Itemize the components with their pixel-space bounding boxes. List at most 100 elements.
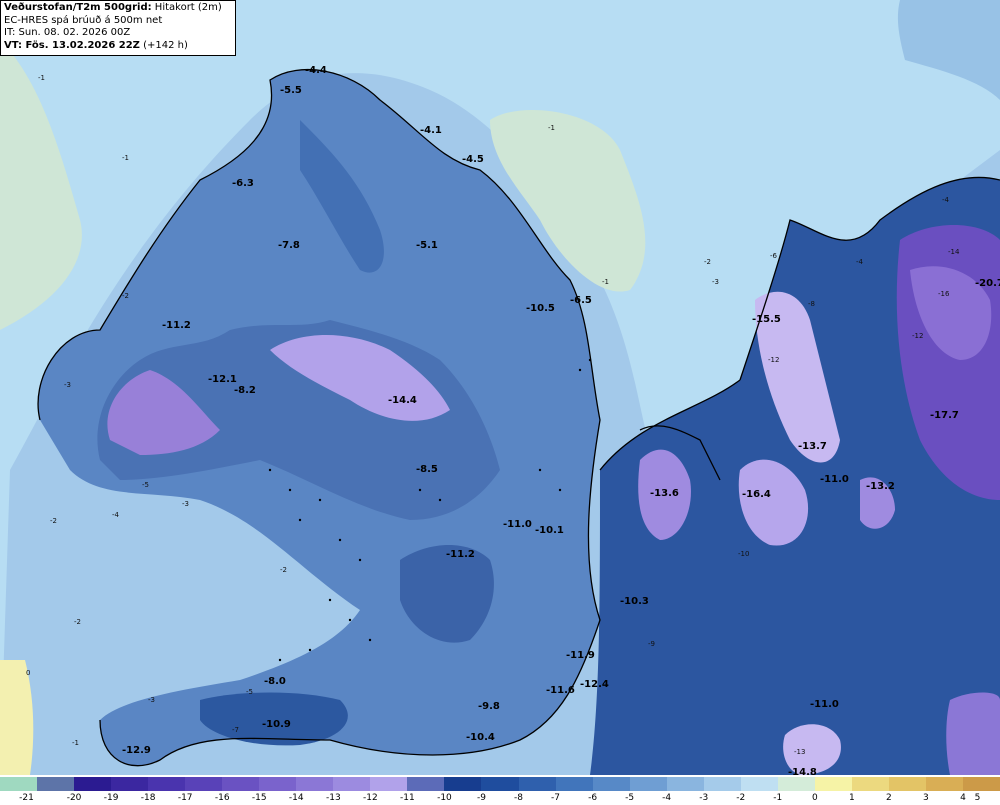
legend-swatch [777,777,816,791]
temp-label: -11.2 [446,549,475,560]
legend-swatch [148,777,186,791]
legend-swatch [111,777,149,791]
legend-tick: -3 [699,793,709,803]
temp-label: -13.2 [866,481,895,492]
temp-label: -4.4 [305,65,327,76]
legend-swatch [629,777,668,791]
temp-label: -17.7 [930,410,959,421]
legend-swatch [592,777,631,791]
contour-label: -2 [50,517,57,525]
legend-swatch [0,777,38,791]
contour-label: -2 [122,292,129,300]
temp-label: -11.0 [503,519,532,530]
temp-label: -11.0 [820,474,849,485]
contour-label: -13 [794,748,805,756]
map-info-box: Veðurstofan/T2m 500grid: Hitakort (2m) E… [0,0,236,56]
legend-tick: -17 [177,793,193,803]
legend-tick: -1 [773,793,783,803]
temp-label: -12.4 [580,679,609,690]
land-west-bottom [0,660,34,775]
legend-swatch [259,777,297,791]
contour-label: -3 [712,278,719,286]
contour-label: -1 [72,739,79,747]
legend-tick: 0 [811,793,818,803]
legend-swatch [962,777,1000,791]
legend-tick: 3 [923,793,929,803]
temp-label: -12.1 [208,374,237,385]
legend-swatch [740,777,779,791]
contour-label: -1 [122,154,129,162]
legend-tick: -14 [288,793,304,803]
legend-swatch [333,777,371,791]
legend-tick: -4 [662,793,672,803]
temp-label: -10.5 [526,303,555,314]
map-subtitle: Hitakort (2m) [154,2,222,13]
temp-label: -16.4 [742,489,771,500]
map-canvas: -6.3 -7.8 -11.2 -12.1 -8.2 -14.4 -5.1 -1… [0,0,1000,778]
temp-label: -11.9 [566,650,595,661]
temp-label: -10.9 [262,719,291,730]
temp-label: -11.6 [546,685,575,696]
temp-label: -10.4 [466,732,495,743]
temp-label: -4.1 [420,125,442,136]
legend-swatch [407,777,445,791]
legend-swatch [851,777,890,791]
temp-label: -8.0 [264,676,286,687]
temp-label: -14.8 [788,767,817,775]
legend-tick: -6 [588,793,598,803]
temp-label: -6.5 [570,295,592,306]
contour-label: -12 [768,356,779,364]
legend-tick: -8 [514,793,524,803]
legend-tick: -12 [363,793,378,803]
temp-label: -8.2 [234,385,256,396]
legend-swatch [222,777,260,791]
contour-label: -1 [602,278,609,286]
init-time: IT: Sun. 08. 02. 2026 00Z [4,27,131,38]
contour-label: -5 [246,688,253,696]
contour-label: -1 [38,74,45,82]
legend-tick: -10 [437,793,452,803]
legend-swatch [296,777,334,791]
contour-label: -3 [182,500,189,508]
cold-pocket-se-corner [946,692,1000,775]
legend-tick: -19 [103,793,119,803]
legend-swatch [370,777,408,791]
legend-swatch [814,777,853,791]
temp-label: -15.5 [752,314,781,325]
legend-swatch [481,777,519,791]
contour-label: -8 [808,300,815,308]
temp-label: -4.5 [462,154,484,165]
temp-label: -11.0 [810,699,839,710]
temp-label: -10.1 [535,525,564,536]
legend-swatches [0,777,1000,791]
legend-swatch [444,777,482,791]
contour-label: -7 [232,726,239,734]
legend-tick: -7 [551,793,561,803]
legend-swatch [925,777,964,791]
lead-time: (+142 h) [143,39,188,51]
legend-tick: -11 [400,793,415,803]
legend-swatch [666,777,705,791]
contour-label: -14 [948,248,960,256]
legend-tick: -9 [476,793,486,803]
temp-label: -9.8 [478,701,500,712]
temp-label: -12.9 [122,745,151,756]
legend-tick: 1 [848,793,855,803]
temperature-map: -6.3 -7.8 -11.2 -12.1 -8.2 -14.4 -5.1 -1… [0,0,1000,778]
legend-tick: -2 [736,793,746,803]
contour-label: -2 [704,258,711,266]
contour-label: -16 [938,290,950,298]
temp-label: -6.3 [232,178,254,189]
valid-time: VT: Fös. 13.02.2026 22Z [4,39,140,51]
contour-label: -12 [912,332,923,340]
temp-label: -5.1 [416,240,438,251]
temp-label: -7.8 [278,240,300,251]
contour-label: -10 [738,550,749,558]
legend-tick: 2 [886,793,892,803]
info-title-line: Veðurstofan/T2m 500grid: Hitakort (2m) [4,2,232,15]
color-legend: -21 -20 -19 -18 -17 -16 -15 -14 -13 -12 -11 -10 -9 -8… [0,775,1000,805]
legend-swatch [888,777,927,791]
legend-swatch [555,777,594,791]
valid-time-line: VT: Fös. 13.02.2026 22Z (+142 h) [4,40,232,53]
contour-label: -2 [74,618,81,626]
